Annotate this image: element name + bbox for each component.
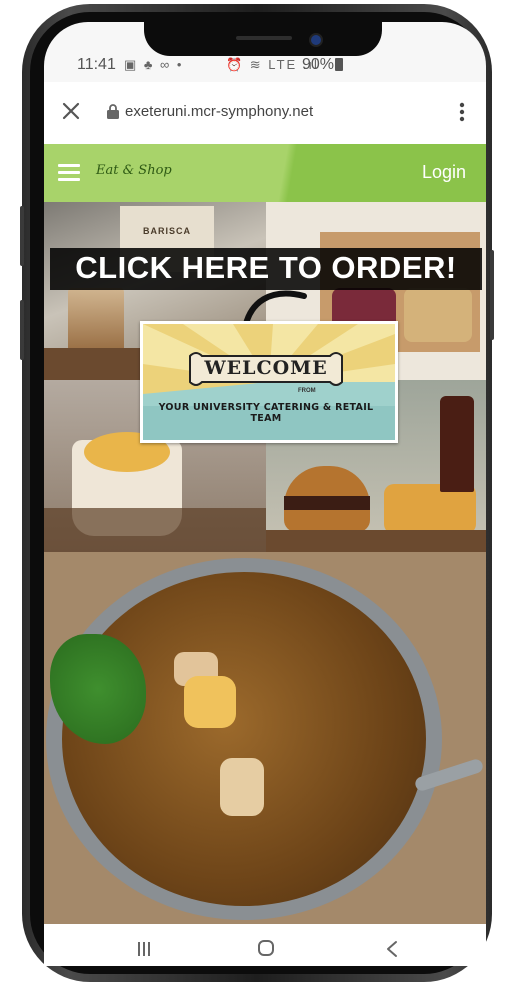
welcome-from: FROM xyxy=(298,388,316,394)
chicken-piece xyxy=(220,758,264,816)
notch xyxy=(144,12,382,56)
speaker xyxy=(236,36,292,40)
status-time: 11:41 xyxy=(77,56,116,73)
status-left-icons: ▣ ♣ ∞ • xyxy=(124,57,184,72)
order-banner-text[interactable]: CLICK HERE TO ORDER! xyxy=(50,250,482,286)
front-camera xyxy=(309,33,323,47)
wood-table xyxy=(44,508,266,552)
nav-home-icon[interactable] xyxy=(258,940,274,956)
battery-icon xyxy=(335,58,343,71)
grain-salad xyxy=(404,288,472,342)
wood-table xyxy=(266,530,486,552)
welcome-team-text: YOUR UNIVERSITY CATERING & RETAIL TEAM xyxy=(158,402,374,424)
side-button xyxy=(20,206,24,266)
hamburger-menu-icon[interactable] xyxy=(58,164,80,182)
burger-patty xyxy=(284,496,370,510)
side-button xyxy=(20,300,24,360)
potato-piece xyxy=(184,676,236,728)
more-vert-icon[interactable] xyxy=(456,100,468,124)
welcome-title: WELCOME xyxy=(204,357,328,379)
nav-back-icon[interactable] xyxy=(384,940,400,958)
nav-recent-apps-icon[interactable] xyxy=(136,941,152,957)
lock-icon xyxy=(107,104,119,119)
close-icon[interactable] xyxy=(60,100,82,122)
stew-photo xyxy=(44,552,486,924)
brand-logo[interactable]: Eat & Shop xyxy=(96,163,172,178)
coffee-bag-label: BARISCA xyxy=(142,226,191,236)
side-button xyxy=(490,250,494,340)
battery-percent: 90% xyxy=(302,56,335,73)
url-text[interactable]: exeteruni.mcr-symphony.net xyxy=(125,103,313,120)
login-link[interactable]: Login xyxy=(422,162,466,183)
drink-bottle xyxy=(440,396,474,492)
